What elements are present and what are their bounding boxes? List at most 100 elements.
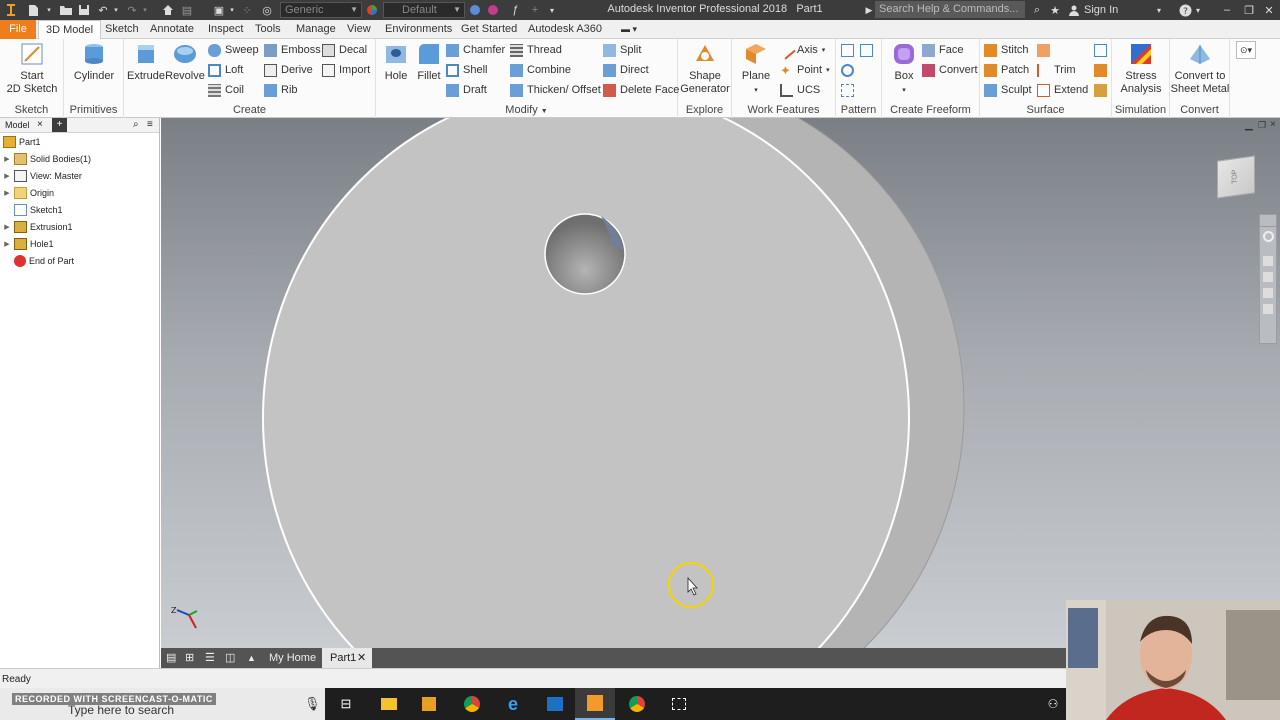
orbit-icon[interactable] (1263, 288, 1273, 298)
combine-button[interactable]: Combine (510, 61, 571, 79)
thread-button[interactable]: Thread (510, 41, 562, 59)
zoom-icon[interactable] (1263, 272, 1273, 282)
shell-button[interactable]: Shell (446, 61, 487, 79)
tree-item-extrusion1[interactable]: ▶ Extrusion1 (3, 219, 73, 235)
tab-manage[interactable]: Manage (289, 20, 343, 39)
minimize-icon[interactable]: – (1220, 2, 1234, 18)
ucs-button[interactable]: UCS (780, 81, 820, 99)
rib-button[interactable]: Rib (264, 81, 298, 99)
add-browser-tab-icon[interactable]: + (52, 118, 67, 132)
favorites-star-icon[interactable]: ★ (1048, 2, 1062, 18)
convert-button[interactable]: Convert (922, 61, 978, 79)
patch-button[interactable]: Patch (984, 61, 1029, 79)
help-dropdown-icon[interactable]: ▾ (1194, 2, 1202, 18)
close-icon[interactable]: ✕ (1262, 2, 1276, 18)
loft-button[interactable]: Loft (208, 61, 243, 79)
convert-to-sheet-metal-button[interactable]: Convert to Sheet Metal (1170, 41, 1230, 96)
graphics-viewport[interactable]: Z TOP ▁ ❐ × (161, 118, 1280, 648)
parameters-icon[interactable]: ƒ (508, 2, 522, 18)
tree-item-sketch1[interactable]: Sketch1 (3, 202, 63, 218)
media-player-icon[interactable] (409, 688, 449, 720)
save-icon[interactable] (77, 2, 91, 18)
close-icon[interactable]: ✕ (357, 648, 366, 668)
ruled-surface-button[interactable] (1037, 41, 1054, 59)
select-dropdown-icon[interactable]: ▾ (228, 2, 236, 18)
inventor-logo-icon[interactable] (4, 2, 18, 18)
hole-button[interactable]: Hole (378, 41, 414, 83)
inventor-taskbar-icon[interactable] (575, 688, 615, 720)
select-icon[interactable]: ▣ (212, 2, 226, 18)
tree-item-part1[interactable]: Part1 (0, 134, 41, 150)
search-binoculars-icon[interactable]: ⌕ (1030, 2, 1044, 18)
tab-my-home[interactable]: My Home (269, 648, 316, 668)
update-icon[interactable]: ▤ (180, 2, 194, 18)
viewport-close-icon[interactable]: × (1270, 119, 1276, 130)
revolve-button[interactable]: Revolve (165, 41, 205, 83)
chrome-second-icon[interactable] (617, 688, 657, 720)
part-model-view[interactable]: Z (161, 118, 1280, 648)
chrome-icon[interactable] (452, 688, 492, 720)
view-cube[interactable]: TOP (1217, 155, 1255, 199)
select-mode-icon[interactable]: ⁘ (240, 2, 254, 18)
box-button[interactable]: Box ▾ (886, 41, 922, 97)
new-quick-access-icon[interactable]: + (528, 2, 542, 18)
sculpt-button[interactable]: Sculpt (984, 81, 1032, 99)
close-icon[interactable]: × (37, 119, 43, 130)
start-2d-sketch-button[interactable]: Start 2D Sketch (4, 41, 60, 96)
pan-icon[interactable] (1263, 256, 1273, 266)
taskbar-search-input[interactable]: RECORDED WITH SCREENCAST-O-MATIC Type he… (0, 688, 325, 720)
tab-autodesk-a360[interactable]: Autodesk A360 (521, 20, 609, 39)
ribbon-options-button[interactable]: ⊙▾ (1236, 41, 1256, 59)
sketch-pattern-button[interactable] (841, 81, 858, 99)
tile-vertical-icon[interactable]: ☰ (205, 648, 215, 668)
snipping-tool-icon[interactable] (659, 688, 699, 720)
repair-bodies-button[interactable] (1094, 81, 1111, 99)
decal-button[interactable]: Decal (322, 41, 367, 59)
tree-item-view-master[interactable]: ▶ View: Master (3, 168, 82, 184)
redo-dropdown-icon[interactable]: ▾ (141, 2, 149, 18)
coil-button[interactable]: Coil (208, 81, 244, 99)
plane-button[interactable]: Plane ▾ (736, 41, 776, 97)
nav-bar-close-icon[interactable] (1260, 215, 1276, 227)
restore-icon[interactable]: ❐ (1242, 2, 1256, 18)
search-icon[interactable]: ⌕ (133, 119, 139, 130)
tab-get-started[interactable]: Get Started (454, 20, 524, 39)
rectangular-pattern-button[interactable] (841, 41, 858, 59)
search-expand-icon[interactable]: ▶ (864, 2, 874, 18)
help-icon[interactable]: ? (1178, 2, 1192, 18)
viewport-restore-icon[interactable]: ❐ (1258, 120, 1266, 131)
modify-panel-title[interactable]: Modify ▼ (376, 104, 677, 116)
browser-tab-model[interactable]: Model (5, 120, 30, 130)
sweep-button[interactable]: Sweep (208, 41, 259, 59)
people-icon[interactable]: ⚇ (1042, 688, 1064, 720)
expand-icon[interactable]: ▶ (3, 223, 11, 231)
tab-sketch[interactable]: Sketch (98, 20, 146, 39)
steering-wheel-icon[interactable] (1262, 231, 1274, 242)
delete-face-button[interactable]: Delete Face (603, 81, 679, 99)
user-icon[interactable] (1068, 2, 1080, 18)
thicken-offset-button[interactable]: Thicken/ Offset (510, 81, 601, 99)
tab-tools[interactable]: Tools (248, 20, 288, 39)
sign-in-dropdown-icon[interactable]: ▾ (1154, 2, 1164, 18)
boundary-patch-button[interactable] (1094, 41, 1111, 59)
fillet-button[interactable]: Fillet (412, 41, 446, 83)
sign-in-link[interactable]: Sign In (1084, 2, 1144, 18)
tab-inspect[interactable]: Inspect (201, 20, 250, 39)
tab-annotate[interactable]: Annotate (143, 20, 201, 39)
draft-button[interactable]: Draft (446, 81, 487, 99)
open-folder-icon[interactable] (58, 2, 74, 18)
circular-pattern-button[interactable] (841, 61, 858, 79)
appearance-icon[interactable] (365, 2, 379, 18)
clear-appearance-icon[interactable] (468, 2, 482, 18)
help-search-input[interactable]: Search Help & Commands... (875, 1, 1025, 18)
import-button[interactable]: Import (322, 61, 370, 79)
cascade-icon[interactable]: ◫ (225, 648, 235, 668)
adjust-icon[interactable] (486, 2, 500, 18)
tab-environments[interactable]: Environments (378, 20, 459, 39)
expand-icon[interactable]: ▶ (3, 189, 11, 197)
file-tab[interactable]: File (0, 20, 36, 39)
hole-feature[interactable] (544, 213, 626, 295)
tree-item-solid-bodies[interactable]: ▶ Solid Bodies(1) (3, 151, 91, 167)
edge-icon[interactable]: e (493, 688, 533, 720)
tile-grid-icon[interactable]: ⊞ (185, 648, 194, 668)
